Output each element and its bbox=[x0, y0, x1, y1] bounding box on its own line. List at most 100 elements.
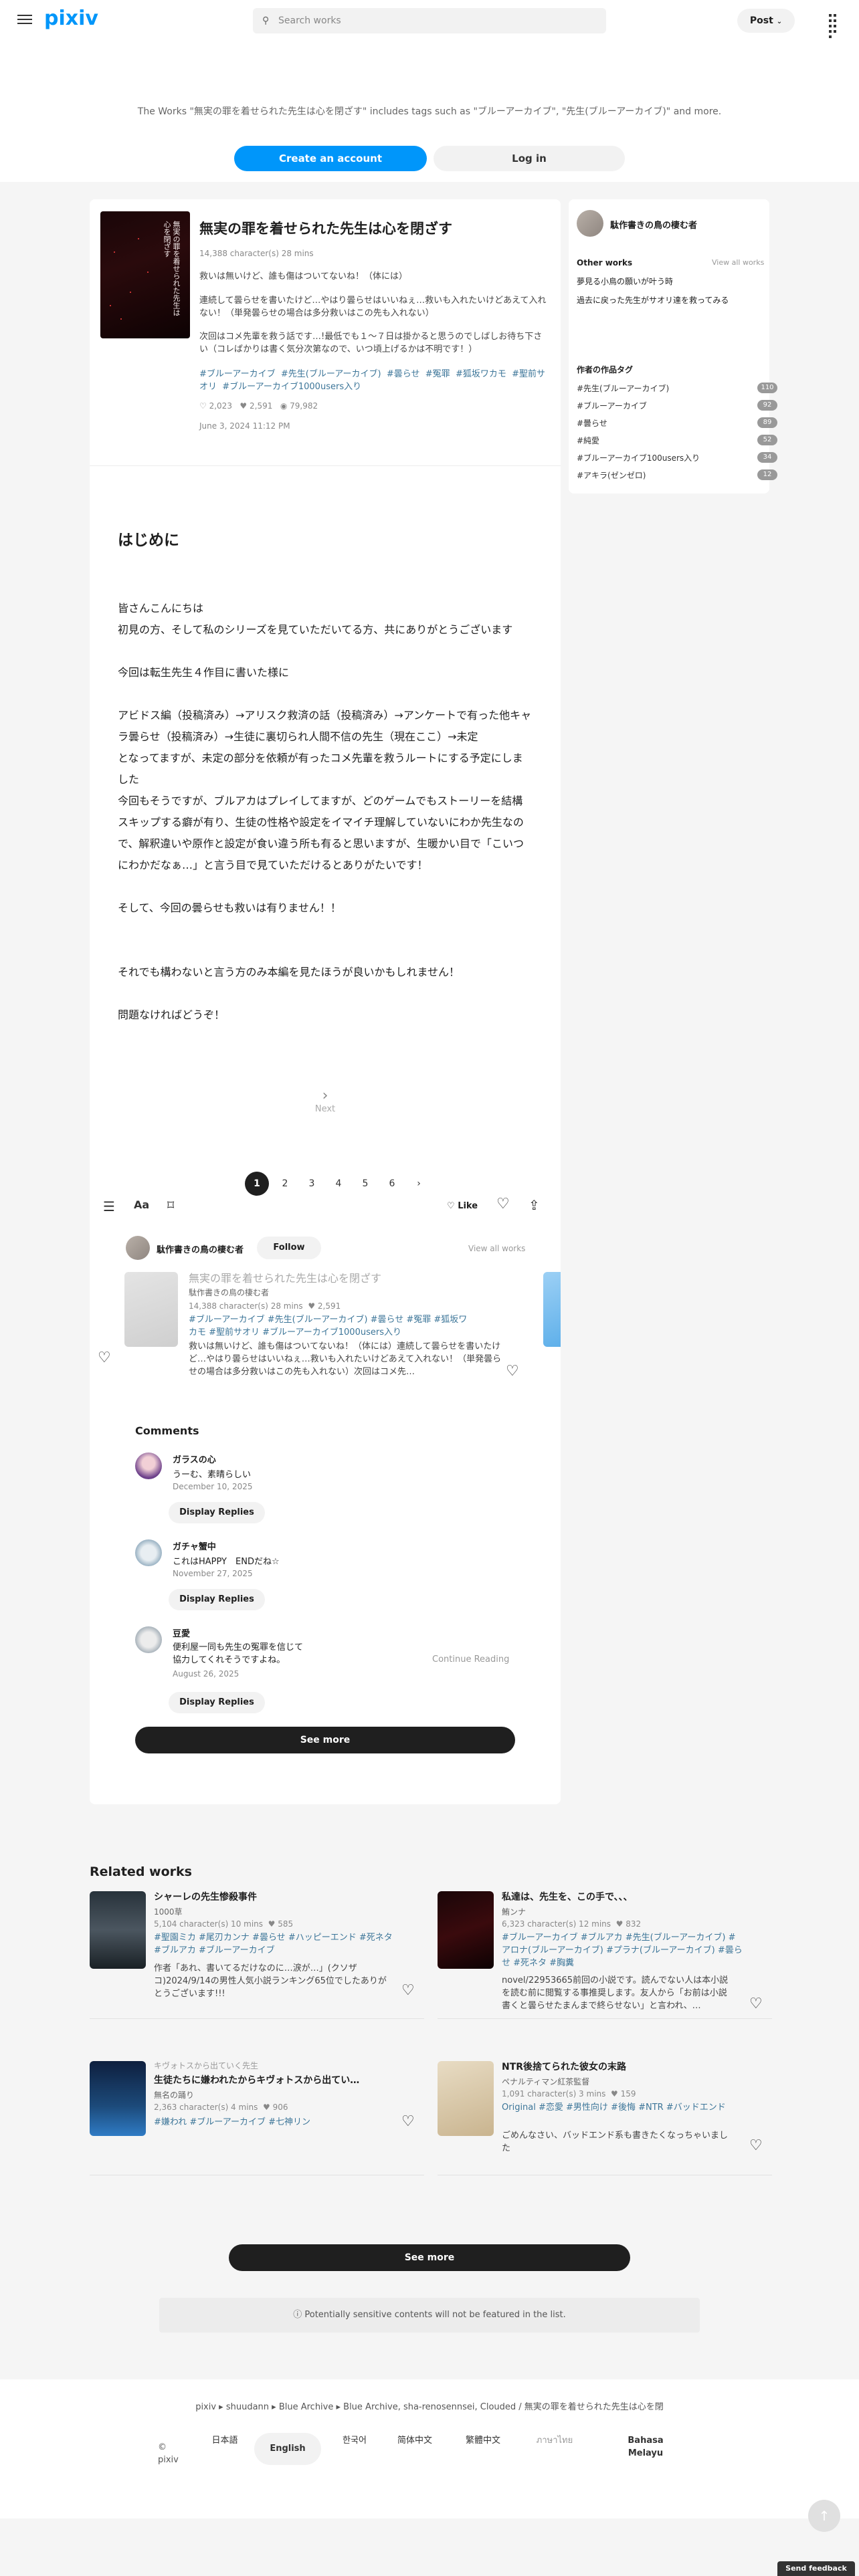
continue-reading-link[interactable]: Continue Reading bbox=[432, 1654, 509, 1665]
font-size-icon[interactable]: Aa bbox=[134, 1198, 149, 1211]
avatar[interactable] bbox=[577, 210, 603, 237]
series-thumbnail[interactable] bbox=[124, 1272, 178, 1347]
page-4[interactable]: 4 bbox=[326, 1172, 351, 1196]
author-tag-item[interactable]: #ブルーアーカイブ 92 bbox=[577, 400, 777, 417]
sidebar-author-name[interactable]: 駄作書きの鳥の棲む者 bbox=[610, 218, 697, 231]
display-replies-button[interactable]: Display Replies bbox=[169, 1589, 265, 1610]
author-tag-item[interactable]: #純愛 52 bbox=[577, 435, 777, 452]
see-more-comments-button[interactable]: See more bbox=[135, 1727, 515, 1753]
other-work-link[interactable]: 夢見る小鳥の願いが叶う時 bbox=[577, 276, 673, 287]
share-icon[interactable]: ⇪ bbox=[529, 1197, 540, 1213]
language-ja[interactable]: 日本語 bbox=[211, 2434, 238, 2447]
language-ms[interactable]: Bahasa Melayu bbox=[617, 2434, 674, 2460]
series-author[interactable]: 駄作書きの鳥の棲む者 bbox=[189, 1287, 269, 1298]
heart-icon[interactable]: ♡ bbox=[749, 2137, 763, 2154]
language-th[interactable]: ภาษาไทย bbox=[535, 2434, 574, 2447]
page-2[interactable]: 2 bbox=[273, 1172, 297, 1196]
body-line: となってますが、未定の部分を依頼が有ったコメ先輩を救うルートにする予定にしました bbox=[118, 752, 523, 786]
see-more-related-button[interactable]: See more bbox=[229, 2244, 630, 2271]
page-6[interactable]: 6 bbox=[380, 1172, 404, 1196]
related-length: 6,323 character(s) 12 mins bbox=[502, 1919, 611, 1929]
related-thumbnail[interactable] bbox=[90, 2061, 146, 2136]
language-zh-cn[interactable]: 简体中文 bbox=[396, 2434, 434, 2447]
other-work-link[interactable]: 過去に戻った先生がサオリ達を救ってみる bbox=[577, 294, 729, 306]
login-button[interactable]: Log in bbox=[434, 146, 625, 171]
bookmark-icon[interactable]: ⌑ bbox=[167, 1197, 174, 1213]
scroll-to-top-icon[interactable]: ↑ bbox=[808, 2500, 840, 2532]
related-author[interactable]: ペナルティマン紅茶監督 bbox=[502, 2076, 589, 2087]
related-title[interactable]: シャーレの先生惨殺事件 bbox=[154, 1890, 388, 1903]
related-title[interactable]: 私達は、先生を、この手で、、、 bbox=[502, 1890, 736, 1903]
send-feedback-button[interactable]: Send feedback bbox=[777, 2561, 855, 2576]
avatar[interactable] bbox=[135, 1453, 162, 1479]
post-button[interactable]: Post ⌄ bbox=[737, 9, 795, 33]
heart-icon[interactable]: ♡ bbox=[749, 1996, 763, 2012]
menu-icon[interactable] bbox=[17, 12, 32, 27]
language-zh-tw[interactable]: 繁體中文 bbox=[464, 2434, 502, 2447]
related-tags[interactable]: #ブルーアーカイブ #ブルアカ #先生(ブルーアーカイブ) #アロナ(ブルーアー… bbox=[502, 1931, 743, 1969]
next-page-arrow-icon[interactable]: › bbox=[407, 1172, 431, 1196]
related-tags[interactable]: #聖園ミカ #尾刃カンナ #曇らせ #ハッピーエンド #死ネタ #ブルアカ #ブ… bbox=[154, 1931, 395, 1957]
view-all-works-link[interactable]: View all works bbox=[468, 1244, 525, 1253]
search-input[interactable]: ⚲ Search works bbox=[253, 8, 606, 33]
related-series[interactable]: キヴォトスから出ていく先生 bbox=[154, 2060, 258, 2071]
avatar[interactable] bbox=[126, 1236, 150, 1260]
sidebar-view-all-link[interactable]: View all works bbox=[712, 258, 764, 267]
divider bbox=[90, 2018, 424, 2019]
related-thumbnail[interactable] bbox=[438, 2061, 494, 2136]
related-tags[interactable]: #嫌われ #ブルーアーカイブ #七神リン bbox=[154, 2116, 395, 2129]
related-tags[interactable]: Original #恋愛 #男性向け #後悔 #NTR #バッドエンド bbox=[502, 2101, 743, 2114]
avatar[interactable] bbox=[135, 1626, 162, 1653]
display-replies-button[interactable]: Display Replies bbox=[169, 1692, 265, 1713]
tag-link[interactable]: #狐坂ワカモ bbox=[456, 369, 506, 379]
tag-link[interactable]: #ブルーアーカイブ bbox=[199, 369, 276, 379]
series-tags-line[interactable]: カモ #聖前サオリ #ブルーアーカイブ1000users入り bbox=[189, 1326, 510, 1339]
related-title[interactable]: 生徒たちに嫌われたからキヴォトスから出てい… bbox=[154, 2073, 388, 2086]
next-series-thumbnail[interactable] bbox=[543, 1272, 561, 1347]
tag-count: 92 bbox=[757, 400, 777, 411]
related-author[interactable]: 無名の踊り bbox=[154, 2089, 194, 2101]
related-thumbnail[interactable] bbox=[438, 1891, 494, 1969]
page-1[interactable]: 1 bbox=[245, 1172, 269, 1196]
related-author[interactable]: 1000草 bbox=[154, 1906, 183, 1917]
comment-user[interactable]: 豆愛 bbox=[173, 1626, 190, 1639]
language-en[interactable]: English bbox=[254, 2433, 321, 2465]
page-3[interactable]: 3 bbox=[300, 1172, 324, 1196]
pixiv-logo[interactable]: pixiv bbox=[44, 7, 98, 30]
apps-grid-icon[interactable] bbox=[828, 13, 842, 38]
related-author[interactable]: 鮪ンナ bbox=[502, 1906, 526, 1917]
display-replies-button[interactable]: Display Replies bbox=[169, 1502, 265, 1523]
language-ko[interactable]: 한국어 bbox=[341, 2434, 368, 2447]
page-5[interactable]: 5 bbox=[353, 1172, 377, 1196]
tag-link[interactable]: #冤罪 bbox=[425, 369, 450, 379]
author-tag-item[interactable]: #曇らせ 89 bbox=[577, 417, 777, 435]
heart-icon[interactable]: ♡ bbox=[401, 2113, 415, 2130]
next-page-link[interactable]: › Next bbox=[308, 1087, 343, 1114]
series-tags-line[interactable]: #ブルーアーカイブ #先生(ブルーアーカイブ) #曇らせ #冤罪 #狐坂ワ bbox=[189, 1313, 510, 1326]
avatar[interactable] bbox=[135, 1539, 162, 1566]
breadcrumb[interactable]: pixiv ▸ shuudann ▸ Blue Archive ▸ Blue A… bbox=[0, 2399, 859, 2412]
related-title[interactable]: NTR後捨てられた彼女の末路 bbox=[502, 2060, 736, 2073]
create-account-button[interactable]: Create an account bbox=[234, 146, 427, 171]
heart-icon[interactable]: ♡ bbox=[496, 1196, 510, 1212]
tag-link[interactable]: #曇らせ bbox=[387, 369, 420, 379]
tag-link[interactable]: #ブルーアーカイブ1000users入り bbox=[222, 382, 361, 392]
author-name[interactable]: 駄作書きの鳥の棲む者 bbox=[157, 1243, 244, 1255]
author-tag-item[interactable]: #ブルーアーカイブ100users入り 34 bbox=[577, 452, 777, 469]
divider bbox=[90, 465, 561, 466]
list-icon[interactable]: ☰ bbox=[103, 1198, 115, 1214]
follow-button[interactable]: Follow bbox=[257, 1237, 321, 1259]
author-tag-item[interactable]: #先生(ブルーアーカイブ) 110 bbox=[577, 383, 777, 400]
author-tag-item[interactable]: #アキラ(ゼンゼロ) 12 bbox=[577, 469, 777, 487]
like-button[interactable]: ♡ Like bbox=[447, 1201, 478, 1211]
series-title[interactable]: 無実の罪を着せられた先生は心を閉ざす bbox=[189, 1269, 381, 1285]
sensitive-notice: ⓘ Potentially sensitive contents will no… bbox=[159, 2298, 700, 2333]
heart-icon[interactable]: ♡ bbox=[401, 1982, 415, 1999]
heart-icon[interactable]: ♡ bbox=[506, 1363, 519, 1380]
comment-user[interactable]: ガラスの心 bbox=[173, 1453, 216, 1465]
comment-user[interactable]: ガチャ蟹中 bbox=[173, 1539, 216, 1552]
tag-link[interactable]: #先生(ブルーアーカイブ) bbox=[281, 369, 381, 379]
heart-icon[interactable]: ♡ bbox=[98, 1350, 111, 1366]
cover-image[interactable]: 無実の罪を着せられた先生は心を閉ざす bbox=[100, 211, 190, 338]
related-thumbnail[interactable] bbox=[90, 1891, 146, 1969]
